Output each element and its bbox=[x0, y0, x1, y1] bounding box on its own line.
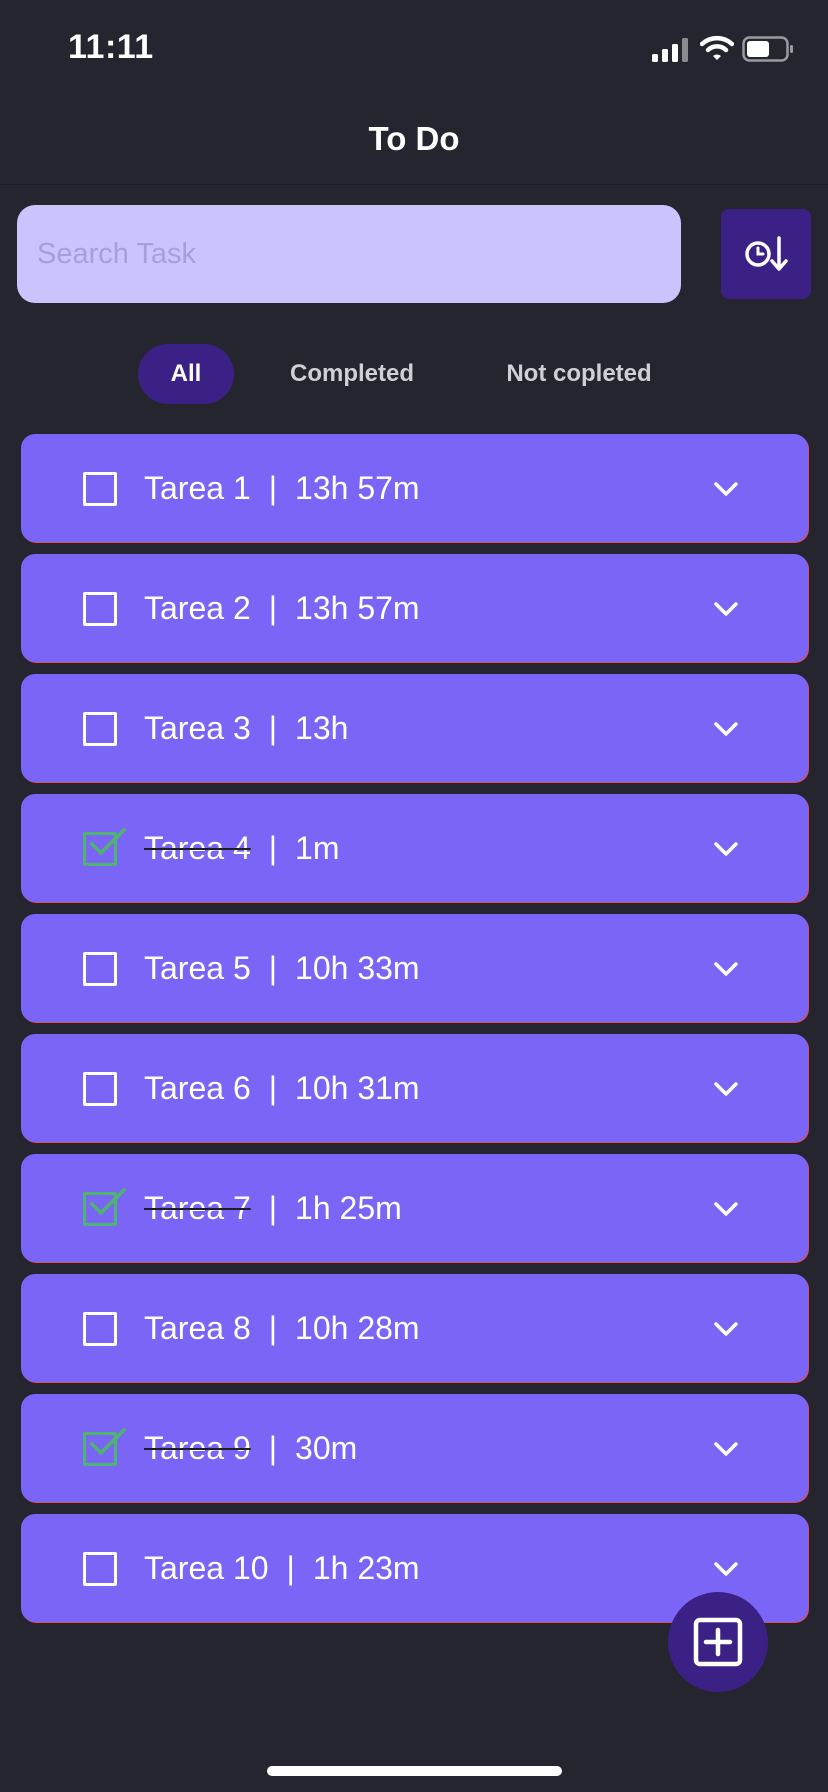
task-separator: | bbox=[268, 469, 278, 506]
task-name: Tarea 8 bbox=[144, 1309, 251, 1346]
task-name: Tarea 5 bbox=[144, 949, 251, 986]
unchecked-checkbox-icon[interactable] bbox=[83, 1312, 117, 1346]
task-duration: 30m bbox=[295, 1429, 358, 1466]
task-separator: | bbox=[268, 829, 278, 866]
task-name: Tarea 1 bbox=[144, 469, 251, 506]
task-text: Tarea 6 | 10h 31m bbox=[144, 1034, 420, 1142]
task-separator: | bbox=[286, 1549, 295, 1586]
task-duration: 10h 31m bbox=[295, 1069, 420, 1106]
chevron-down-icon[interactable] bbox=[709, 592, 743, 626]
task-text: Tarea 8 | 10h 28m bbox=[144, 1274, 420, 1382]
unchecked-checkbox-icon[interactable] bbox=[83, 1552, 117, 1586]
chevron-down-icon[interactable] bbox=[709, 1312, 743, 1346]
chevron-down-icon[interactable] bbox=[709, 472, 743, 506]
task-duration: 10h 33m bbox=[295, 949, 420, 986]
wifi-icon bbox=[700, 35, 734, 60]
task-text: Tarea 1 | 13h 57m bbox=[144, 434, 420, 542]
task-duration: 10h 28m bbox=[295, 1309, 420, 1346]
cellular-signal-icon bbox=[652, 38, 688, 62]
task-text: Tarea 3 | 13h bbox=[144, 674, 348, 782]
chevron-down-icon[interactable] bbox=[709, 1432, 743, 1466]
task-separator: | bbox=[268, 1189, 278, 1226]
task-card[interactable]: Tarea 8 | 10h 28m bbox=[21, 1274, 808, 1382]
sort-button[interactable] bbox=[721, 209, 811, 299]
task-text: Tarea 10 | 1h 23m bbox=[144, 1514, 420, 1622]
task-name: Tarea 3 bbox=[144, 709, 251, 746]
chevron-down-icon[interactable] bbox=[709, 1192, 743, 1226]
task-name: Tarea 4 bbox=[144, 829, 251, 866]
task-text: Tarea 9 | 30m bbox=[144, 1394, 357, 1502]
task-text: Tarea 4 | 1m bbox=[144, 794, 340, 902]
chevron-down-icon[interactable] bbox=[709, 1552, 743, 1586]
chevron-down-icon[interactable] bbox=[709, 712, 743, 746]
task-separator: | bbox=[268, 709, 278, 746]
checked-checkbox-icon[interactable] bbox=[83, 1187, 127, 1226]
task-duration: 13h bbox=[295, 709, 349, 746]
task-name: Tarea 7 bbox=[144, 1189, 251, 1226]
unchecked-checkbox-icon[interactable] bbox=[83, 952, 117, 986]
clock-sort-down-icon bbox=[745, 236, 788, 271]
unchecked-checkbox-icon[interactable] bbox=[83, 472, 117, 506]
status-bar: 11:11 bbox=[0, 0, 828, 100]
task-card[interactable]: Tarea 9 | 30m bbox=[21, 1394, 808, 1502]
task-name: Tarea 2 bbox=[144, 589, 251, 626]
tab-completed[interactable]: Completed bbox=[268, 344, 436, 404]
status-time: 11:11 bbox=[68, 28, 154, 66]
task-separator: | bbox=[268, 949, 278, 986]
chevron-down-icon[interactable] bbox=[709, 1072, 743, 1106]
add-task-button[interactable] bbox=[668, 1592, 768, 1692]
page-title: To Do bbox=[368, 120, 460, 157]
task-separator: | bbox=[268, 1429, 278, 1466]
task-name: Tarea 10 bbox=[144, 1549, 269, 1586]
tab-all[interactable]: All bbox=[138, 344, 234, 404]
task-duration: 1h 23m bbox=[312, 1549, 420, 1586]
home-indicator bbox=[267, 1766, 562, 1776]
task-card[interactable]: Tarea 4 | 1m bbox=[21, 794, 808, 902]
task-name: Tarea 6 bbox=[144, 1069, 251, 1106]
app-header: To Do bbox=[0, 100, 828, 185]
add-square-icon bbox=[693, 1617, 743, 1667]
unchecked-checkbox-icon[interactable] bbox=[83, 592, 117, 626]
task-card[interactable]: Tarea 2 | 13h 57m bbox=[21, 554, 808, 662]
battery-icon bbox=[742, 36, 793, 62]
task-card[interactable]: Tarea 5 | 10h 33m bbox=[21, 914, 808, 1022]
unchecked-checkbox-icon[interactable] bbox=[83, 712, 117, 746]
task-card[interactable]: Tarea 1 | 13h 57m bbox=[21, 434, 808, 542]
unchecked-checkbox-icon[interactable] bbox=[83, 1072, 117, 1106]
task-duration: 1h 25m bbox=[295, 1189, 402, 1226]
task-text: Tarea 2 | 13h 57m bbox=[144, 554, 420, 662]
search-input[interactable] bbox=[17, 205, 681, 303]
task-card[interactable]: Tarea 7 | 1h 25m bbox=[21, 1154, 808, 1262]
chevron-down-icon[interactable] bbox=[709, 952, 743, 986]
task-separator: | bbox=[268, 589, 278, 626]
chevron-down-icon[interactable] bbox=[709, 832, 743, 866]
tab-not-completed[interactable]: Not copleted bbox=[486, 344, 672, 404]
checked-checkbox-icon[interactable] bbox=[83, 1427, 127, 1466]
task-card[interactable]: Tarea 6 | 10h 31m bbox=[21, 1034, 808, 1142]
task-separator: | bbox=[268, 1309, 278, 1346]
task-separator: | bbox=[268, 1069, 278, 1106]
task-duration: 1m bbox=[295, 829, 340, 866]
checked-checkbox-icon[interactable] bbox=[83, 827, 127, 866]
task-text: Tarea 7 | 1h 25m bbox=[144, 1154, 402, 1262]
task-name: Tarea 9 bbox=[144, 1429, 251, 1466]
task-card[interactable]: Tarea 3 | 13h bbox=[21, 674, 808, 782]
task-duration: 13h 57m bbox=[295, 469, 420, 506]
task-list: Tarea 1 | 13h 57m Tarea 2 | 13h 57m Tarea 3 | 13… bbox=[21, 434, 808, 1634]
task-duration: 13h 57m bbox=[295, 589, 420, 626]
task-text: Tarea 5 | 10h 33m bbox=[144, 914, 420, 1022]
